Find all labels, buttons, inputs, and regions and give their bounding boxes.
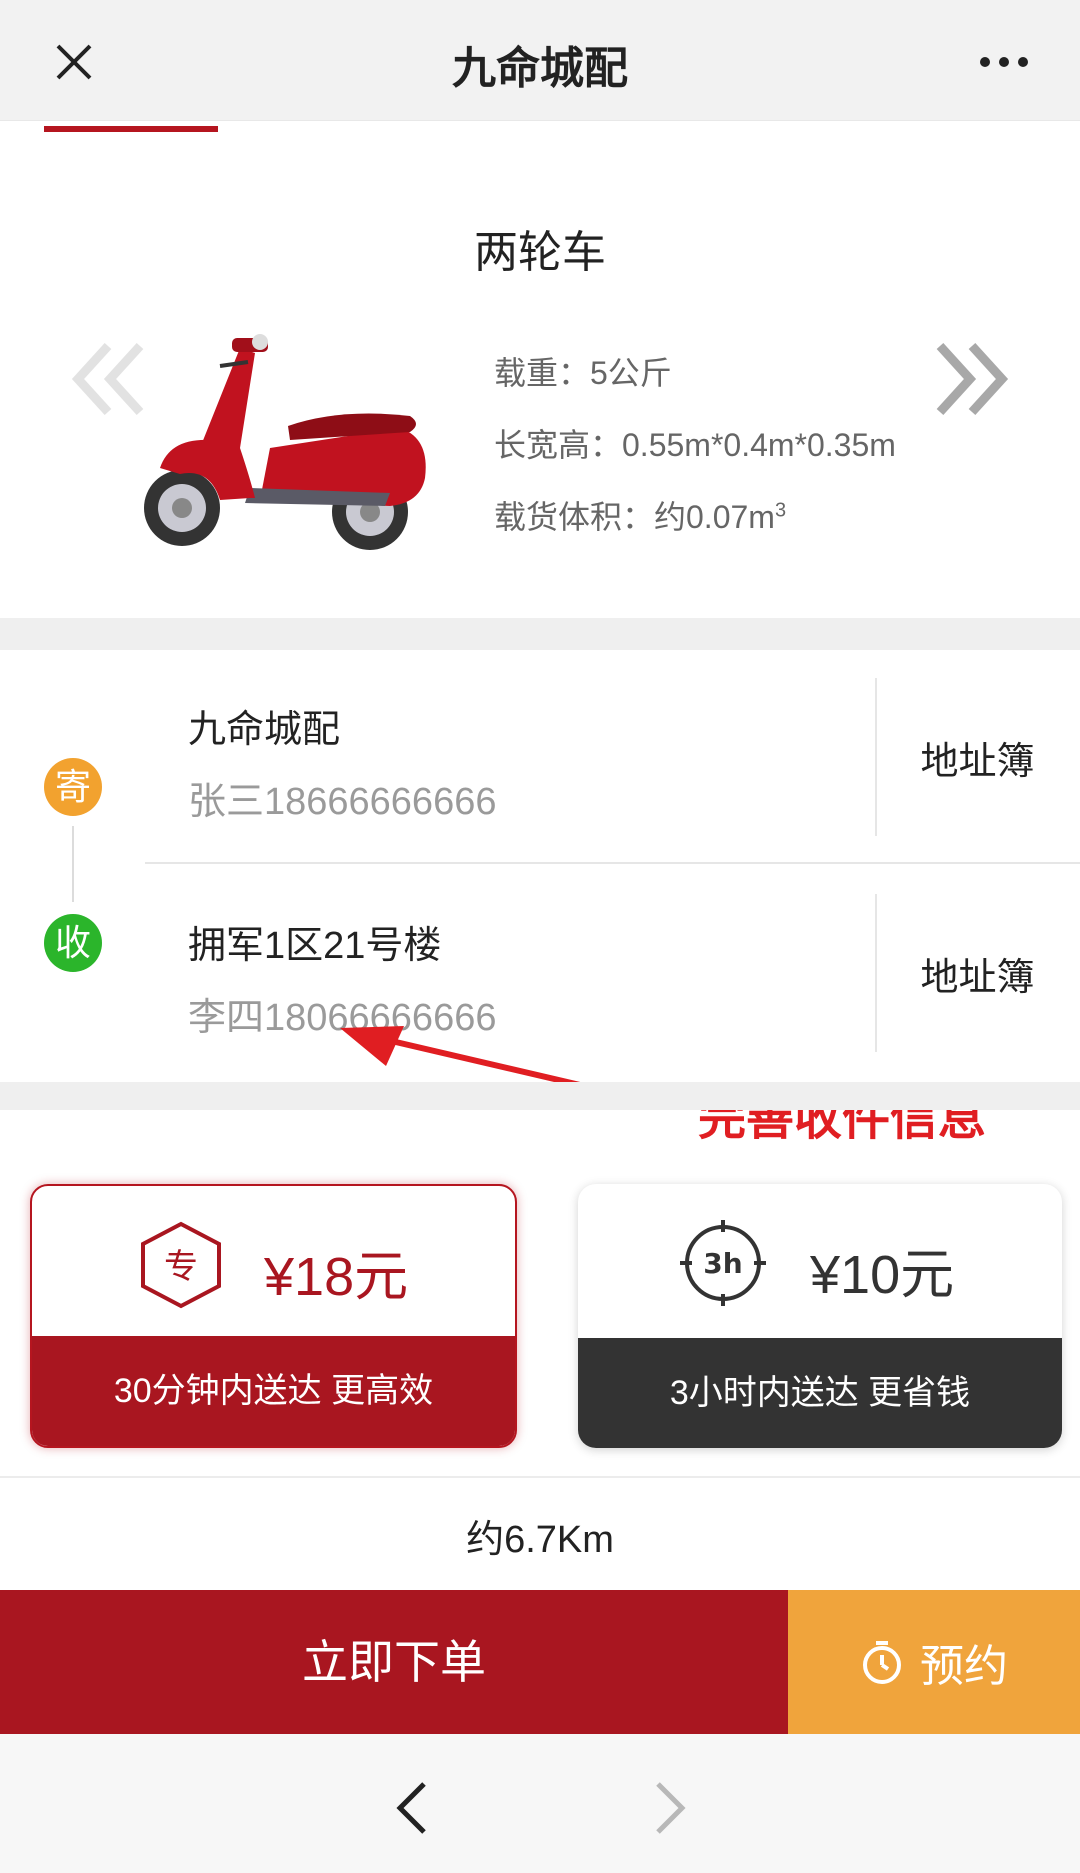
reserve-label: 预约 xyxy=(920,1642,1008,1691)
express-delivery-option[interactable]: 专 ¥18元 30分钟内送达 更高效 xyxy=(30,1184,517,1448)
row-divider xyxy=(145,862,1080,864)
section-divider xyxy=(0,618,1080,650)
three-hour-timer-icon: 3h xyxy=(680,1220,766,1306)
receiver-address-book-button[interactable]: 地址簿 xyxy=(890,946,1065,1001)
scooter-image xyxy=(144,334,426,550)
vehicle-selector: 两轮车 载重：5公斤 长宽高：0.55m*0.4m*0.35m 载货体积：约0.… xyxy=(0,138,1080,618)
express-hexagon-icon: 专 xyxy=(141,1221,221,1309)
previous-vehicle-icon[interactable] xyxy=(70,334,150,424)
svg-text:3h: 3h xyxy=(703,1247,742,1280)
receiver-name: 拥军1区21号楼 xyxy=(188,925,442,967)
browser-nav-bar xyxy=(0,1734,1080,1873)
vehicle-volume-text: 载货体积：约0.07m xyxy=(494,499,775,535)
economy-description: 3小时内送达 更省钱 xyxy=(578,1338,1062,1448)
option-top: 专 ¥18元 xyxy=(32,1186,515,1342)
receive-badge: 收 xyxy=(44,914,102,972)
distance-text: 约6.7Km xyxy=(466,1519,614,1561)
sender-name: 九命城配 xyxy=(188,709,341,751)
route-connector-line xyxy=(72,826,74,902)
page-title: 九命城配 xyxy=(452,44,628,93)
sender-address-book-button[interactable]: 地址簿 xyxy=(890,730,1065,785)
svg-text:专: 专 xyxy=(164,1247,198,1287)
express-description: 30分钟内送达 更高效 xyxy=(32,1336,515,1446)
section-divider xyxy=(0,1082,1080,1110)
distance-divider xyxy=(0,1476,1080,1478)
stopwatch-icon xyxy=(863,1641,901,1684)
vehicle-dimension-spec: 长宽高：0.55m*0.4m*0.35m xyxy=(494,427,896,463)
sender-address-row[interactable]: 九命城配 张三18666666666 地址簿 xyxy=(0,650,1080,866)
express-price: ¥18元 xyxy=(264,1247,409,1307)
top-nav-bar: 九命城配 xyxy=(0,0,1080,120)
vertical-divider xyxy=(875,894,877,1052)
address-section: 九命城配 张三18666666666 地址簿 拥军1区21号楼 李四180666… xyxy=(0,650,1080,1082)
vehicle-volume-spec: 载货体积：约0.07m3 xyxy=(494,492,786,538)
economy-price: ¥10元 xyxy=(810,1245,955,1305)
send-badge: 寄 xyxy=(44,758,102,816)
volume-superscript: 3 xyxy=(774,499,787,522)
next-vehicle-icon[interactable] xyxy=(930,334,1010,424)
economy-delivery-option[interactable]: 3h ¥10元 3小时内送达 更省钱 xyxy=(578,1184,1062,1448)
more-icon[interactable] xyxy=(968,40,1040,84)
forward-arrow-icon[interactable] xyxy=(650,1780,690,1836)
option-top: 3h ¥10元 xyxy=(578,1184,1062,1340)
page-load-progress xyxy=(44,126,218,132)
back-arrow-icon[interactable] xyxy=(392,1780,432,1836)
sender-contact: 张三18666666666 xyxy=(188,781,497,823)
vehicle-load-spec: 载重：5公斤 xyxy=(494,355,672,391)
reserve-button[interactable]: 预约 xyxy=(788,1590,1080,1734)
vehicle-type: 两轮车 xyxy=(474,228,606,277)
vertical-divider xyxy=(875,678,877,836)
place-order-button[interactable]: 立即下单 xyxy=(0,1590,788,1734)
